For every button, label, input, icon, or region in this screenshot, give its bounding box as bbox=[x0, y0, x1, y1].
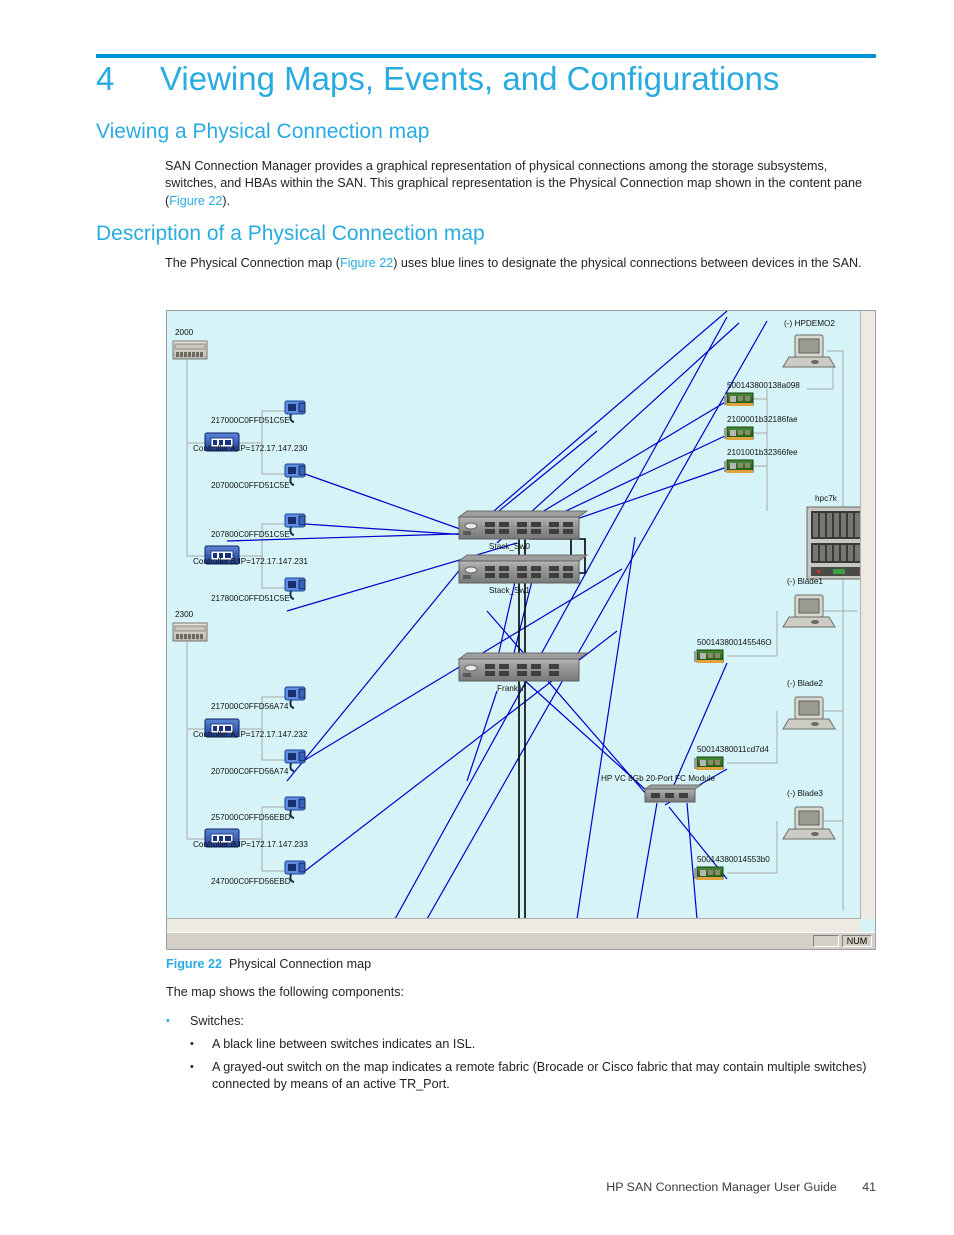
bullet-switches: • Switches: bbox=[166, 1013, 878, 1030]
figure-caption: Figure 22 Physical Connection map bbox=[166, 957, 371, 971]
footer-guide-title: HP SAN Connection Manager User Guide bbox=[606, 1180, 837, 1194]
hba-wwn-4[interactable]: 500143800145546O bbox=[697, 638, 772, 647]
chapter-title: Viewing Maps, Events, and Configurations bbox=[160, 60, 780, 97]
hba-wwn-2[interactable]: 2100001b32186fae bbox=[727, 415, 798, 424]
switch-franklin-icon bbox=[457, 652, 589, 682]
array-port-wwn-3[interactable]: 207800C0FFD51C5E bbox=[211, 530, 290, 539]
array-port-wwn-8[interactable]: 247000C0FFD56EBD bbox=[211, 877, 291, 886]
host-blade3-icon bbox=[782, 806, 836, 840]
bullet-marker: • bbox=[190, 1038, 194, 1050]
chapter-rule bbox=[96, 54, 876, 58]
paragraph-intro-b: The Physical Connection map (Figure 22) … bbox=[165, 255, 875, 272]
host-label-hpdemo2[interactable]: (-) HPDEMO2 bbox=[784, 319, 835, 328]
switch-stack-sw0-icon bbox=[457, 510, 589, 540]
status-num-indicator: NUM bbox=[842, 935, 872, 947]
bullet-switches-text: Switches: bbox=[190, 1014, 244, 1028]
switch-label-stack-sw0[interactable]: Stack_Sw0 bbox=[489, 542, 530, 551]
chapter-number: 4 bbox=[96, 60, 115, 97]
bullet-isl-text: A black line between switches indicates … bbox=[212, 1037, 476, 1051]
array-port-wwn-1[interactable]: 217000C0FFD51C5E bbox=[211, 416, 290, 425]
host-label-blade2[interactable]: (-) Blade2 bbox=[787, 679, 823, 688]
physical-connection-map-screenshot: 2000 2300 217000C0FFD51C5E Controller A;… bbox=[166, 310, 876, 950]
hba-wwn-6[interactable]: 50014380014553b0 bbox=[697, 855, 770, 864]
host-blade2-icon bbox=[782, 696, 836, 730]
paragraph-intro-a-end: ). bbox=[222, 193, 231, 208]
controller-label-b1[interactable]: Controller B;IP=172.17.147.231 bbox=[193, 557, 308, 566]
array-port-wwn-7[interactable]: 257000C0FFD56EBD bbox=[211, 813, 291, 822]
bullet-isl: • A black line between switches indicate… bbox=[190, 1036, 880, 1053]
section-heading-description: Description of a Physical Connection map bbox=[96, 222, 485, 245]
figure-caption-text: Physical Connection map bbox=[229, 957, 372, 971]
switch-stack-sw1-icon bbox=[457, 554, 589, 584]
array-2300-icon bbox=[172, 622, 208, 642]
hba-wwn-5[interactable]: 50014380011cd7d4 bbox=[697, 745, 769, 754]
map-graphics bbox=[172, 311, 861, 919]
document-page: 4 Viewing Maps, Events, and Configuratio… bbox=[0, 0, 954, 1235]
components-lead-in: The map shows the following components: bbox=[166, 985, 405, 999]
section-heading-viewing-map: Viewing a Physical Connection map bbox=[96, 120, 430, 143]
array-port-wwn-5[interactable]: 217000C0FFD56A74 bbox=[211, 702, 288, 711]
paragraph-intro-a: SAN Connection Manager provides a graphi… bbox=[165, 158, 875, 210]
array-2000-icon bbox=[172, 340, 208, 360]
array-port-wwn-2[interactable]: 207000C0FFD51C5E bbox=[211, 481, 290, 490]
chapter-heading: 4 Viewing Maps, Events, and Configuratio… bbox=[96, 60, 896, 98]
controller-label-a2[interactable]: Controller A;IP=172.17.147.232 bbox=[193, 730, 307, 739]
switch-label-hp-vc[interactable]: HP VC 8Gb 20-Port FC Module bbox=[601, 774, 715, 783]
host-label-blade3[interactable]: (-) Blade3 bbox=[787, 789, 823, 798]
map-vertical-scrollbar[interactable] bbox=[860, 311, 875, 919]
controller-label-b2[interactable]: Controller B;IP=172.17.147.233 bbox=[193, 840, 308, 849]
page-footer: HP SAN Connection Manager User Guide 41 bbox=[0, 1180, 954, 1194]
paragraph-intro-b-text: The Physical Connection map ( bbox=[165, 256, 340, 270]
enclosure-hpc7k-icon bbox=[806, 506, 861, 580]
map-canvas[interactable]: 2000 2300 217000C0FFD51C5E Controller A;… bbox=[167, 311, 861, 919]
footer-page-number: 41 bbox=[862, 1180, 876, 1194]
switch-hp-vc-module-icon bbox=[643, 784, 703, 803]
bullet-grayed-switch-text: A grayed-out switch on the map indicates… bbox=[212, 1060, 867, 1092]
figure-xref-2[interactable]: Figure 22 bbox=[340, 256, 393, 270]
bullet-marker: • bbox=[190, 1061, 194, 1073]
array-port-wwn-4[interactable]: 217800C0FFD51C5E bbox=[211, 594, 290, 603]
array-port-wwn-6[interactable]: 207000C0FFD56A74 bbox=[211, 767, 288, 776]
controller-label-a1[interactable]: Controller A;IP=172.17.147.230 bbox=[193, 444, 307, 453]
enclosure-label-hpc7k[interactable]: hpc7k bbox=[815, 494, 837, 503]
bullet-grayed-switch: • A grayed-out switch on the map indicat… bbox=[190, 1059, 880, 1094]
switch-label-stack-sw1[interactable]: Stack_Sw1 bbox=[489, 586, 530, 595]
paragraph-intro-b-end: ) uses blue lines to designate the physi… bbox=[393, 256, 862, 270]
status-cell-blank bbox=[813, 935, 839, 947]
figure-caption-label: Figure 22 bbox=[166, 957, 222, 971]
hba-wwn-1[interactable]: 500143800138a098 bbox=[727, 381, 800, 390]
map-horizontal-scrollbar[interactable] bbox=[167, 918, 861, 932]
bullet-marker: • bbox=[166, 1015, 170, 1027]
host-label-blade1[interactable]: (-) Blade1 bbox=[787, 577, 823, 586]
switch-label-franklin[interactable]: Franklin bbox=[497, 684, 526, 693]
hba-wwn-3[interactable]: 2101001b32366fee bbox=[727, 448, 798, 457]
figure-xref-1[interactable]: Figure 22 bbox=[169, 194, 222, 208]
array-label-2000[interactable]: 2000 bbox=[175, 328, 193, 337]
paragraph-intro-a-text: SAN Connection Manager provides a graphi… bbox=[165, 159, 863, 208]
array-label-2300[interactable]: 2300 bbox=[175, 610, 193, 619]
application-status-bar: NUM bbox=[167, 932, 875, 949]
